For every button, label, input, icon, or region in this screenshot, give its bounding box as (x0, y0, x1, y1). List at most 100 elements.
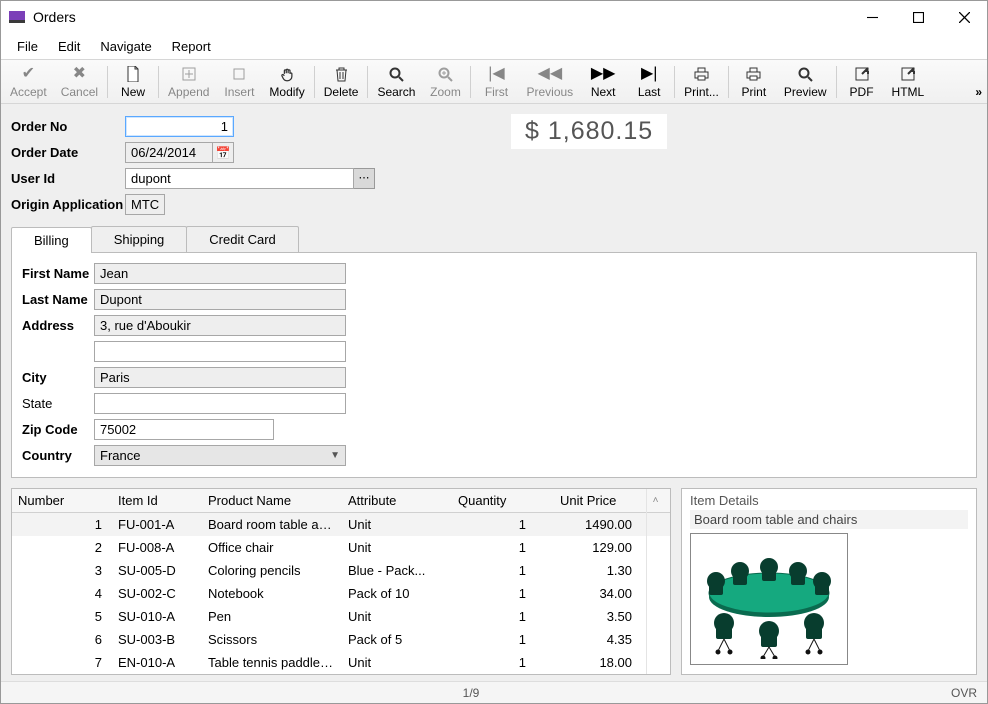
cell-item-id: FU-001-A (112, 517, 202, 532)
preview-button[interactable]: Preview (777, 62, 834, 101)
order-date-label: Order Date (11, 145, 125, 160)
col-number[interactable]: Number (12, 493, 112, 508)
cell-item-id: SU-002-C (112, 586, 202, 601)
hand-icon (280, 65, 295, 83)
tab-shipping[interactable]: Shipping (91, 226, 188, 252)
address1-input[interactable] (94, 315, 346, 336)
html-button[interactable]: HTML (885, 62, 932, 101)
print-button[interactable]: Print (731, 62, 777, 101)
cell-item-id: FU-008-A (112, 540, 202, 555)
country-value: France (100, 448, 140, 463)
col-item-id[interactable]: Item Id (112, 493, 202, 508)
next-button[interactable]: ▶▶ Next (580, 62, 626, 101)
cell-number: 6 (12, 632, 112, 647)
maximize-button[interactable] (895, 2, 941, 32)
cell-quantity: 1 (452, 586, 554, 601)
printer-icon (746, 65, 761, 83)
table-row[interactable]: 6SU-003-BScissorsPack of 514.35 (12, 628, 670, 651)
box-icon (232, 65, 246, 83)
last-icon: ▶| (641, 65, 657, 83)
table-row[interactable]: 4SU-002-CNotebookPack of 10134.00 (12, 582, 670, 605)
cell-product-name: Scissors (202, 632, 342, 647)
print-setup-button[interactable]: Print... (677, 62, 726, 101)
cell-quantity: 1 (452, 517, 554, 532)
cell-attribute: Unit (342, 517, 452, 532)
append-button[interactable]: Append (161, 62, 216, 101)
table-row[interactable]: 5SU-010-APenUnit13.50 (12, 605, 670, 628)
col-unit-price[interactable]: Unit Price (554, 493, 646, 508)
trash-icon (335, 65, 348, 83)
close-button[interactable] (941, 2, 987, 32)
status-page: 1/9 (1, 686, 941, 700)
calendar-icon: 📅 (216, 146, 231, 160)
cell-item-id: EN-010-A (112, 655, 202, 670)
export-icon (855, 65, 869, 83)
table-row[interactable]: 7EN-010-ATable tennis paddles...Unit118.… (12, 651, 670, 674)
user-lookup-button[interactable]: ⋯ (354, 168, 375, 189)
app-icon (9, 11, 25, 23)
menu-report[interactable]: Report (162, 36, 221, 57)
billing-panel: First Name Last Name Address City (11, 252, 977, 478)
origin-app-input[interactable] (125, 194, 165, 215)
new-button[interactable]: New (110, 62, 156, 101)
delete-button[interactable]: Delete (317, 62, 366, 101)
search-button[interactable]: Search (370, 62, 422, 101)
city-label: City (22, 370, 94, 385)
table-row[interactable]: 1FU-001-ABoard room table an...Unit11490… (12, 513, 670, 536)
menu-edit[interactable]: Edit (48, 36, 90, 57)
cancel-button[interactable]: ✖ Cancel (54, 62, 105, 101)
cell-attribute: Pack of 5 (342, 632, 452, 647)
toolbar-overflow-button[interactable]: » (975, 85, 983, 99)
menu-file[interactable]: File (7, 36, 48, 57)
order-total: $ 1,680.15 (511, 114, 667, 149)
first-name-input[interactable] (94, 263, 346, 284)
cell-product-name: Coloring pencils (202, 563, 342, 578)
cell-product-name: Notebook (202, 586, 342, 601)
last-name-input[interactable] (94, 289, 346, 310)
accept-button[interactable]: ✔ Accept (3, 62, 54, 101)
cell-unit-price: 34.00 (554, 586, 646, 601)
menu-navigate[interactable]: Navigate (90, 36, 161, 57)
ellipsis-icon: ⋯ (359, 173, 370, 184)
city-input[interactable] (94, 367, 346, 388)
cell-quantity: 1 (452, 609, 554, 624)
pdf-button[interactable]: PDF (839, 62, 885, 101)
col-quantity[interactable]: Quantity (452, 493, 554, 508)
grid-body[interactable]: 1FU-001-ABoard room table an...Unit11490… (12, 513, 670, 674)
cell-attribute: Unit (342, 540, 452, 555)
first-button[interactable]: |◀ First (473, 62, 519, 101)
previous-icon: ◀◀ (538, 65, 563, 83)
last-button[interactable]: ▶| Last (626, 62, 672, 101)
zip-input[interactable] (94, 419, 274, 440)
col-product-name[interactable]: Product Name (202, 493, 342, 508)
table-row[interactable]: 2FU-008-AOffice chairUnit1129.00 (12, 536, 670, 559)
state-label: State (22, 396, 94, 411)
order-no-input[interactable] (125, 116, 234, 137)
state-input[interactable] (94, 393, 346, 414)
zoom-button[interactable]: Zoom (422, 62, 468, 101)
scroll-up-button[interactable]: ˄ (646, 489, 664, 513)
address2-input[interactable] (94, 341, 346, 362)
item-details-panel: Item Details Board room table and chairs (681, 488, 977, 675)
menu-bar: File Edit Navigate Report (1, 33, 987, 59)
previous-button[interactable]: ◀◀ Previous (519, 62, 580, 101)
calendar-button[interactable]: 📅 (213, 142, 234, 163)
cell-number: 2 (12, 540, 112, 555)
grid-header: Number Item Id Product Name Attribute Qu… (12, 489, 670, 513)
separator (674, 66, 675, 98)
minimize-button[interactable] (849, 2, 895, 32)
window-title: Orders (33, 9, 849, 25)
separator (470, 66, 471, 98)
tab-billing[interactable]: Billing (11, 227, 92, 253)
order-date-input[interactable] (125, 142, 213, 163)
export-icon (901, 65, 915, 83)
col-attribute[interactable]: Attribute (342, 493, 452, 508)
user-id-input[interactable] (125, 168, 354, 189)
table-row[interactable]: 3SU-005-DColoring pencilsBlue - Pack...1… (12, 559, 670, 582)
first-name-label: First Name (22, 266, 94, 281)
modify-button[interactable]: Modify (262, 62, 311, 101)
tab-credit-card[interactable]: Credit Card (186, 226, 298, 252)
insert-button[interactable]: Insert (216, 62, 262, 101)
country-select[interactable]: France ▼ (94, 445, 346, 466)
plus-box-icon (182, 65, 196, 83)
